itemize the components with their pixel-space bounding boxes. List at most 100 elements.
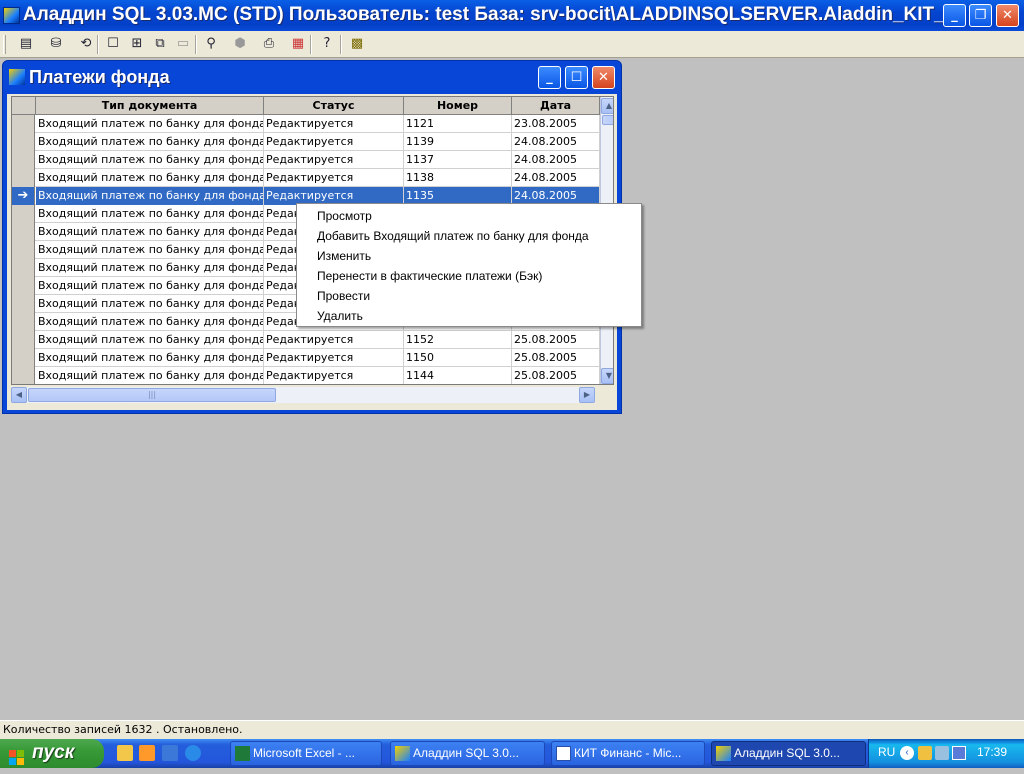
cell-type[interactable]: Входящий платеж по банку для фонда [36,367,264,384]
menu-item-edit[interactable]: Изменить [297,246,641,266]
column-header-type[interactable]: Тип документа [36,97,264,115]
window-icon[interactable] [9,69,25,85]
row-indicator[interactable] [12,169,35,187]
row-indicator[interactable] [12,331,35,349]
cell-date[interactable]: 25.08.2005 [512,349,600,367]
row-indicator[interactable] [12,241,35,259]
table-row[interactable]: Входящий платеж по банку для фонда Редакт… [12,151,600,169]
cell-status[interactable]: Редактируется [264,115,404,133]
cell-status[interactable]: Редактируется [264,367,404,384]
window-maximize-button[interactable]: ☐ [565,66,588,89]
help-icon[interactable]: ? [316,34,338,55]
language-indicator[interactable]: RU [878,745,895,759]
cell-type[interactable]: Входящий платеж по банку для фонда [36,151,264,169]
cell-date[interactable]: 25.08.2005 [512,331,600,349]
cell-type[interactable]: Входящий платеж по банку для фонда [36,277,264,295]
tray-app-icon[interactable] [918,746,932,760]
minimize-button[interactable]: _ [943,4,966,27]
row-indicator[interactable] [12,151,35,169]
cell-type[interactable]: Входящий платеж по банку для фонда [36,187,264,205]
current-row-arrow-icon[interactable]: ➔ [12,187,35,205]
cell-date[interactable]: 23.08.2005 [512,115,600,133]
quicklaunch-desktop-icon[interactable] [162,745,178,761]
horizontal-scroll-thumb[interactable]: ||| [28,388,276,402]
quicklaunch-clock-icon[interactable] [117,745,133,761]
cell-type[interactable]: Входящий платеж по банку для фонда [36,223,264,241]
stop-icon[interactable]: ⬢ [229,34,251,55]
cell-number[interactable]: 1139 [404,133,512,151]
menu-item-post[interactable]: Провести [297,286,641,306]
close-button[interactable]: ✕ [996,4,1019,27]
task-word[interactable]: КИТ Финанс - Mic... [551,741,705,766]
document-icon[interactable]: ▤ [15,34,37,55]
cell-status[interactable]: Редактируется [264,331,404,349]
scroll-right-button[interactable]: ▶ [579,387,595,403]
cell-number[interactable]: 1152 [404,331,512,349]
column-header-status[interactable]: Статус [264,97,404,115]
app-icon[interactable] [3,7,20,24]
cell-type[interactable]: Входящий платеж по банку для фонда [36,169,264,187]
vertical-scroll-thumb[interactable] [602,115,613,125]
cell-number[interactable]: 1144 [404,367,512,384]
quicklaunch-ie-icon[interactable] [185,745,201,761]
tray-tools-icon[interactable] [935,746,949,760]
menu-item-view[interactable]: Просмотр [297,206,641,226]
calculator-icon[interactable]: ▩ [346,34,368,55]
row-indicator[interactable] [12,223,35,241]
window-close-button[interactable]: ✕ [592,66,615,89]
cell-type[interactable]: Входящий платеж по банку для фонда [36,295,264,313]
row-indicator[interactable] [12,349,35,367]
arrange-icon[interactable]: ▭ [172,34,194,55]
start-button[interactable]: пуск [0,739,104,768]
scroll-up-button[interactable]: ▲ [601,98,613,114]
cell-type[interactable]: Входящий платеж по банку для фонда [36,331,264,349]
table-row[interactable]: Входящий платеж по банку для фонда Редакт… [12,367,600,384]
cell-type[interactable]: Входящий платеж по банку для фонда [36,349,264,367]
cell-type[interactable]: Входящий платеж по банку для фонда [36,241,264,259]
task-aladdin-1[interactable]: Аладдин SQL 3.0... [390,741,545,766]
cell-number[interactable]: 1150 [404,349,512,367]
row-indicator[interactable] [12,115,35,133]
cell-number[interactable]: 1138 [404,169,512,187]
refresh-icon[interactable]: ⟲ [75,34,97,55]
row-indicator[interactable] [12,133,35,151]
cell-status[interactable]: Редактируется [264,169,404,187]
network-icon[interactable] [952,746,966,760]
tile-icon[interactable]: ⊞ [126,34,148,55]
table-row[interactable]: Входящий платеж по банку для фонда Редакт… [12,169,600,187]
app-title-bar[interactable]: Аладдин SQL 3.03.MC (STD) Пользователь: … [0,0,1024,31]
row-indicator[interactable] [12,205,35,223]
row-indicator[interactable] [12,295,35,313]
table-row[interactable]: Входящий платеж по банку для фонда Редакт… [12,349,600,367]
export-icon[interactable]: ▦ [287,34,309,55]
column-header-date[interactable]: Дата [512,97,600,115]
database-icon[interactable]: ⛁ [45,34,67,55]
column-header-number[interactable]: Номер [404,97,512,115]
cell-status[interactable]: Редактируется [264,133,404,151]
menu-item-delete[interactable]: Удалить [297,306,641,326]
scroll-down-button[interactable]: ▼ [601,368,613,384]
table-row[interactable]: Входящий платеж по банку для фонда Редакт… [12,115,600,133]
cell-type[interactable]: Входящий платеж по банку для фонда [36,259,264,277]
row-indicator[interactable] [12,259,35,277]
clock[interactable]: 17:39 [977,745,1007,759]
table-row[interactable]: Входящий платеж по банку для фонда Редакт… [12,331,600,349]
cell-date[interactable]: 24.08.2005 [512,133,600,151]
window-minimize-button[interactable]: _ [538,66,561,89]
horizontal-scrollbar[interactable]: ◀ ||| ▶ [11,387,595,403]
cell-status[interactable]: Редактируется [264,349,404,367]
binoculars-icon[interactable]: ⚲ [200,34,222,55]
cascade-icon[interactable]: ⧉ [149,34,171,55]
cell-status[interactable]: Редактируется [264,151,404,169]
task-aladdin-active[interactable]: Аладдин SQL 3.0... [711,741,866,766]
menu-item-move-to-actual[interactable]: Перенести в фактические платежи (Бэк) [297,266,641,286]
cell-date[interactable]: 24.08.2005 [512,151,600,169]
cell-number[interactable]: 1121 [404,115,512,133]
printer-icon[interactable]: ⎙ [258,34,280,55]
menu-item-add[interactable]: Добавить Входящий платеж по банку для фо… [297,226,641,246]
tray-expand-icon[interactable]: ‹ [900,746,914,760]
quicklaunch-media-icon[interactable] [139,745,155,761]
cell-date[interactable]: 25.08.2005 [512,367,600,384]
row-indicator[interactable] [12,277,35,295]
cell-type[interactable]: Входящий платеж по банку для фонда [36,313,264,331]
